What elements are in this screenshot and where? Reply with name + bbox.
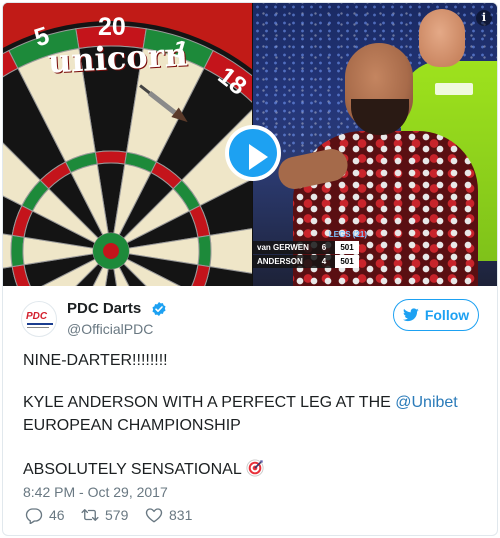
reply-action[interactable]: 46 xyxy=(25,506,65,524)
avatar-logo-text: PDC xyxy=(26,311,48,322)
board-number-20: 20 xyxy=(98,13,126,41)
tweet-text-line: KYLE ANDERSON WITH A PERFECT LEG AT THE … xyxy=(23,394,458,412)
retweet-count: 579 xyxy=(105,507,129,523)
retweet-action[interactable]: 579 xyxy=(81,506,128,524)
tweet-text-line: EUROPEAN CHAMPIONSHIP xyxy=(23,417,241,434)
player-score: 501 xyxy=(335,241,359,254)
mention-link[interactable]: @Unibet xyxy=(395,394,458,411)
play-button[interactable] xyxy=(225,125,281,181)
avatar[interactable]: PDC xyxy=(21,301,57,337)
dartboard-image: unicorn 5 20 1 18 xyxy=(3,3,252,286)
players-image: LEGS (21) van GERWEN 6 501 ANDERSON 4 50… xyxy=(253,3,497,286)
tweet-card: unicorn 5 20 1 18 LEGS (21) van GERWEN 6… xyxy=(2,2,498,536)
player-legs: 4 xyxy=(313,255,335,268)
player-name: van GERWEN xyxy=(253,241,313,254)
dartboard-segment xyxy=(197,234,212,268)
avatar-stripe xyxy=(27,327,49,328)
tweet-text-line: ABSOLUTELY SENSATIONAL xyxy=(23,459,264,479)
player-legs: 6 xyxy=(313,241,335,254)
like-count: 831 xyxy=(169,507,193,523)
avatar-stripe xyxy=(27,323,53,325)
user-handle[interactable]: @OfficialPDC xyxy=(67,321,153,337)
tweet-timestamp[interactable]: 8:42 PM - Oct 29, 2017 xyxy=(23,484,168,500)
reply-count: 46 xyxy=(49,507,65,523)
like-action[interactable]: 831 xyxy=(145,506,192,524)
retweet-icon xyxy=(81,509,99,521)
brand-logo: unicorn xyxy=(47,35,189,81)
tweet-text: KYLE ANDERSON WITH A PERFECT LEG AT THE xyxy=(23,394,396,411)
follow-button[interactable]: Follow xyxy=(393,299,479,331)
video-media[interactable]: unicorn 5 20 1 18 LEGS (21) van GERWEN 6… xyxy=(3,3,497,286)
direct-hit-icon xyxy=(246,459,264,477)
tweet-text-line: NINE-DARTER!!!!!!!! xyxy=(23,352,168,369)
follow-button-label: Follow xyxy=(424,307,470,323)
heart-icon xyxy=(145,508,163,523)
scoreboard-row: ANDERSON 4 501 xyxy=(253,255,371,268)
scoreboard-row: van GERWEN 6 501 xyxy=(253,241,371,254)
dartboard-segment xyxy=(94,150,128,165)
player-green-head xyxy=(419,9,465,67)
twitter-bird-icon xyxy=(402,308,419,322)
play-icon xyxy=(229,129,277,177)
verified-badge-icon xyxy=(152,302,166,316)
tweet-text: ABSOLUTELY SENSATIONAL xyxy=(23,461,242,478)
shirt-logo xyxy=(435,83,473,95)
display-name[interactable]: PDC Darts xyxy=(67,300,141,317)
reply-icon xyxy=(25,508,43,524)
dartboard-segment xyxy=(10,234,25,268)
scoreboard-header: LEGS (21) xyxy=(328,230,367,239)
player-name: ANDERSON xyxy=(253,255,313,268)
info-icon[interactable]: i xyxy=(476,10,492,26)
player-score: 501 xyxy=(335,255,359,268)
scoreboard: LEGS (21) van GERWEN 6 501 ANDERSON 4 50… xyxy=(253,229,371,269)
